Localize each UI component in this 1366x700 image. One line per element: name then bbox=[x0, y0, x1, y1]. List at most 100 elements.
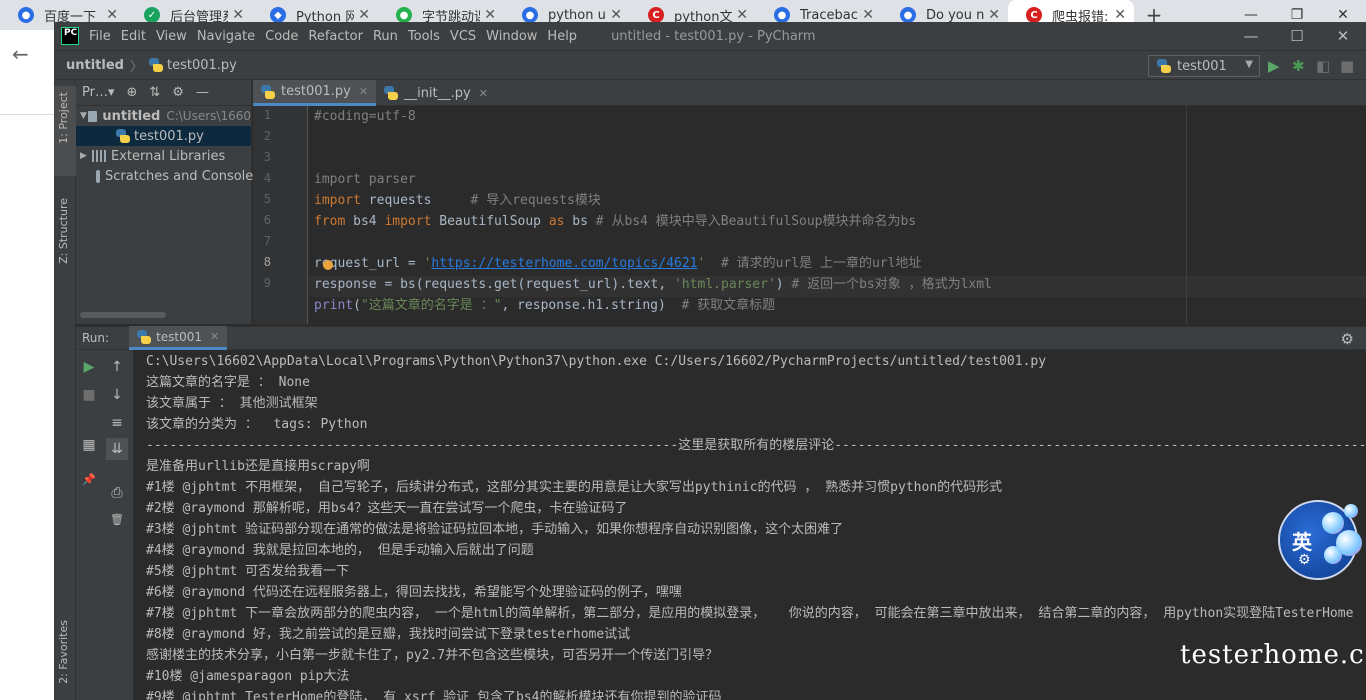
browser-tab-title: Do you ne bbox=[926, 7, 985, 23]
line-number: 3 bbox=[263, 150, 271, 164]
ide-window-controls: — ☐ ✕ bbox=[1228, 22, 1366, 50]
menu-run[interactable]: Run bbox=[373, 29, 404, 44]
breadcrumb-project[interactable]: untitled bbox=[66, 58, 124, 73]
navigation-bar: untitled 〉 test001.py test001 ▼ ▶ ✱ ◧ ■ bbox=[54, 50, 1366, 80]
close-icon[interactable]: ✕ bbox=[610, 7, 622, 23]
up-arrow-icon[interactable]: ↑ bbox=[106, 356, 128, 378]
comment: # 获取文章标题 bbox=[681, 298, 776, 313]
horizontal-scrollbar[interactable] bbox=[80, 312, 166, 318]
structure-tool-button[interactable]: Z: Structure bbox=[57, 198, 70, 264]
ime-floating-badge[interactable]: 英 ⚙ bbox=[1278, 500, 1364, 580]
run-tab-test001[interactable]: test001 ✕ bbox=[129, 326, 228, 350]
soft-wrap-icon[interactable]: ≡ bbox=[106, 412, 128, 434]
stop-icon[interactable]: ■ bbox=[78, 384, 100, 406]
layout-icon[interactable]: ▦ bbox=[78, 434, 100, 456]
breadcrumb-file[interactable]: test001.py bbox=[167, 58, 237, 73]
python-file-icon bbox=[149, 58, 163, 72]
close-icon[interactable]: ✕ bbox=[736, 7, 748, 23]
close-icon[interactable]: ✕ bbox=[479, 87, 488, 100]
menu-refactor[interactable]: Refactor bbox=[308, 29, 369, 44]
run-icon[interactable]: ▶ bbox=[1268, 57, 1280, 75]
run-configuration-select[interactable]: test001 ▼ bbox=[1148, 55, 1260, 77]
minimize-button[interactable]: — bbox=[1228, 22, 1274, 50]
close-icon[interactable]: ✕ bbox=[210, 330, 219, 343]
print-icon[interactable]: ⎙ bbox=[106, 482, 128, 504]
window-title: untitled - test001.py - PyCharm bbox=[611, 28, 816, 44]
scroll-to-end-icon[interactable]: ⇊ bbox=[106, 438, 128, 460]
url-link[interactable]: https://testerhome.com/topics/4621 bbox=[431, 256, 697, 271]
line-number: 6 bbox=[263, 213, 271, 227]
tree-item-label: External Libraries bbox=[111, 148, 226, 164]
expanded-triangle-icon[interactable]: ▼ bbox=[80, 111, 88, 121]
close-icon[interactable]: ✕ bbox=[359, 85, 368, 98]
code-line-7: request_url = 'https://testerhome.com/to… bbox=[314, 253, 921, 274]
tab-init[interactable]: __init__.py ✕ bbox=[376, 80, 496, 106]
intention-bulb-icon[interactable] bbox=[323, 260, 333, 270]
favicon-icon: C bbox=[1026, 7, 1042, 23]
code-editor[interactable]: #coding=utf-8 import parser import reque… bbox=[309, 106, 1366, 324]
close-icon[interactable]: ✕ bbox=[358, 7, 370, 23]
left-tool-stripe: 1: Project Z: Structure 2: Favorites bbox=[54, 80, 76, 700]
browser-back-icon[interactable]: ← bbox=[12, 42, 29, 66]
python-file-icon bbox=[116, 129, 130, 143]
rerun-icon[interactable]: ▶ bbox=[78, 356, 100, 378]
collapsed-triangle-icon[interactable]: ▶ bbox=[80, 151, 92, 161]
debug-icon[interactable]: ✱ bbox=[1292, 57, 1305, 75]
bubble-decoration bbox=[1344, 504, 1358, 518]
gear-icon[interactable]: ⚙ bbox=[1341, 330, 1354, 348]
favorites-tool-button[interactable]: 2: Favorites bbox=[57, 620, 70, 684]
close-button[interactable]: ✕ bbox=[1320, 22, 1366, 50]
maximize-button[interactable]: ☐ bbox=[1274, 22, 1320, 50]
line-number: 9 bbox=[263, 276, 271, 290]
comment: #coding=utf-8 bbox=[314, 109, 416, 124]
close-icon[interactable]: ✕ bbox=[484, 7, 496, 23]
tree-item-scratches[interactable]: Scratches and Consoles bbox=[76, 166, 260, 186]
close-icon[interactable]: ✕ bbox=[232, 7, 244, 23]
browser-divider bbox=[0, 114, 54, 115]
menu-tools[interactable]: Tools bbox=[408, 29, 446, 44]
menu-code[interactable]: Code bbox=[265, 29, 304, 44]
browser-tab-title: python ut bbox=[548, 7, 607, 23]
code-line-1: #coding=utf-8 bbox=[314, 106, 416, 127]
tree-item-untitled[interactable]: ▼ untitled C:\Users\1660 bbox=[76, 106, 251, 126]
close-icon[interactable]: ✕ bbox=[1114, 7, 1126, 23]
line-number: 2 bbox=[263, 129, 271, 143]
menu-navigate[interactable]: Navigate bbox=[197, 29, 261, 44]
project-view-select[interactable]: Pr…▾ bbox=[82, 85, 114, 100]
menu-view[interactable]: View bbox=[156, 29, 193, 44]
tree-item-test001[interactable]: test001.py bbox=[76, 126, 251, 146]
code-text: parser bbox=[360, 172, 416, 187]
project-tool-button[interactable]: 1: Project bbox=[57, 92, 70, 144]
keyword: import bbox=[384, 214, 432, 229]
comment: # 返回一个bs对象 ，格式为lxml bbox=[791, 277, 992, 292]
tree-item-label: test001.py bbox=[134, 128, 204, 144]
console-line: 该文章的分类为 ： tags: Python bbox=[146, 417, 368, 432]
tree-item-external-libraries[interactable]: ▶ External Libraries bbox=[76, 146, 251, 166]
trash-icon[interactable]: 🗑 bbox=[106, 508, 128, 530]
favicon-icon: C bbox=[648, 7, 664, 23]
menu-help[interactable]: Help bbox=[547, 29, 583, 44]
code-text: bs bbox=[564, 214, 596, 229]
menu-edit[interactable]: Edit bbox=[121, 29, 152, 44]
menu-window[interactable]: Window bbox=[486, 29, 543, 44]
gear-icon[interactable]: ⚙ bbox=[1298, 552, 1311, 568]
collapse-all-icon[interactable]: ⇅ bbox=[149, 85, 160, 100]
line-number: 1 bbox=[263, 108, 271, 122]
tab-test001[interactable]: test001.py ✕ bbox=[253, 80, 377, 106]
keyword: from bbox=[314, 214, 346, 229]
close-icon[interactable]: ✕ bbox=[106, 7, 118, 23]
pin-icon[interactable]: 📌 bbox=[78, 468, 100, 490]
coverage-icon[interactable]: ◧ bbox=[1316, 57, 1330, 75]
breadcrumb-separator: 〉 bbox=[129, 59, 143, 75]
console-line: 是准备用urllib还是直接用scrapy啊 bbox=[146, 459, 370, 474]
stop-icon[interactable]: ■ bbox=[1340, 57, 1354, 75]
console-line: 感谢楼主的技术分享，小白第一步就卡住了，py2.7并不包含这些模块，可否另开一个… bbox=[146, 648, 719, 663]
gear-icon[interactable]: ⚙ bbox=[172, 85, 184, 100]
close-icon[interactable]: ✕ bbox=[988, 7, 1000, 23]
menu-file[interactable]: File bbox=[89, 29, 117, 44]
hide-icon[interactable]: — bbox=[196, 85, 209, 100]
down-arrow-icon[interactable]: ↓ bbox=[106, 384, 128, 406]
menu-vcs[interactable]: VCS bbox=[450, 29, 482, 44]
close-icon[interactable]: ✕ bbox=[862, 7, 874, 23]
locate-icon[interactable]: ⊕ bbox=[126, 85, 137, 100]
